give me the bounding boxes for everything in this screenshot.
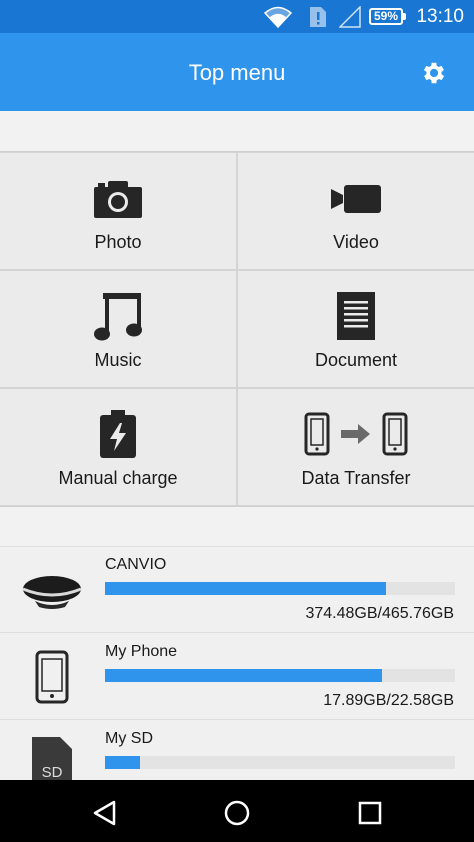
device-name: My Phone [105, 643, 178, 660]
camera-icon [94, 181, 142, 218]
menu-tile-label: Photo [94, 232, 142, 252]
recent-apps-button[interactable] [355, 798, 385, 828]
menu-tile-label: Video [333, 232, 379, 252]
sim-alert-icon [309, 6, 327, 33]
external-drive-icon [22, 576, 82, 609]
device-usage: 374.48GB/465.76GB [305, 605, 454, 622]
signal-icon [338, 5, 361, 33]
storage-item-my-phone[interactable]: My Phone 17.89GB/22.58GB [0, 634, 474, 720]
storage-progress [105, 756, 455, 769]
storage-progress [105, 669, 455, 682]
wifi-icon [263, 6, 293, 33]
menu-tile-video[interactable]: Video [238, 153, 474, 269]
storage-progress-fill [105, 669, 383, 682]
settings-button[interactable] [420, 59, 448, 87]
storage-progress-fill [105, 756, 140, 769]
status-clock: 13:10 [416, 6, 464, 27]
storage-item-my-sd[interactable]: SD My SD [0, 721, 474, 780]
device-name: CANVIO [105, 556, 167, 573]
page-title: Top menu [188, 60, 286, 85]
menu-tile-label: Data Transfer [301, 468, 411, 488]
menu-tile-music[interactable]: Music [0, 271, 236, 387]
device-usage: 17.89GB/22.58GB [323, 692, 454, 709]
storage-progress-fill [105, 582, 387, 595]
sd-card-label: SD [42, 764, 63, 780]
battery-percent: 59% [373, 9, 399, 23]
gear-icon [423, 62, 445, 84]
navigation-bar [0, 780, 474, 842]
home-button[interactable] [222, 798, 252, 828]
app-bar: Top menu [0, 33, 474, 111]
status-bar: 59% 13:10 [0, 0, 474, 33]
sd-card-icon: SD [32, 737, 72, 780]
storage-progress [105, 582, 455, 595]
music-note-icon [94, 293, 142, 341]
menu-tile-label: Document [314, 350, 398, 370]
video-camera-icon [331, 185, 381, 213]
back-button[interactable] [90, 798, 120, 828]
menu-tile-label: Manual charge [58, 468, 178, 488]
menu-tile-manual-charge[interactable]: Manual charge [0, 389, 236, 505]
phone-transfer-icon [304, 412, 408, 456]
home-circle-icon [224, 800, 250, 826]
document-icon [337, 292, 375, 340]
storage-list: CANVIO 374.48GB/465.76GB My Phone 17.89G… [0, 546, 474, 780]
storage-item-canvio[interactable]: CANVIO 374.48GB/465.76GB [0, 547, 474, 633]
menu-grid: Photo Video Music Document Manual charge… [0, 151, 474, 507]
menu-tile-photo[interactable]: Photo [0, 153, 236, 269]
recent-square-icon [358, 801, 382, 825]
menu-tile-label: Music [94, 350, 142, 370]
menu-tile-data-transfer[interactable]: Data Transfer [238, 389, 474, 505]
device-name: My SD [105, 730, 153, 747]
screen: 59% 13:10 Top menu Photo Video Music Doc… [0, 0, 474, 842]
phone-icon [35, 650, 69, 704]
back-triangle-icon [93, 800, 116, 826]
battery-charge-icon [100, 410, 136, 458]
menu-tile-document[interactable]: Document [238, 271, 474, 387]
